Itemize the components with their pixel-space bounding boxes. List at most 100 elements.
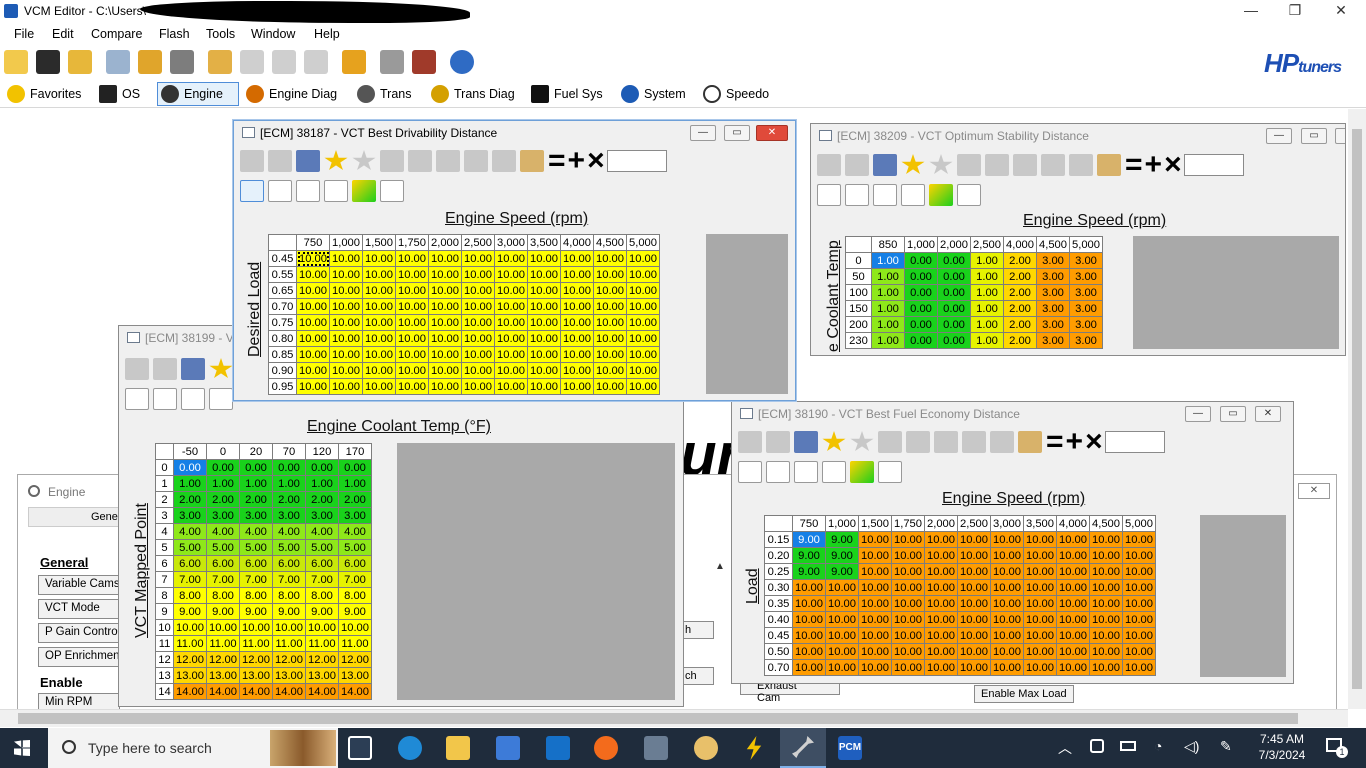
table-cell[interactable]: 2.00	[1003, 300, 1037, 317]
save-icon[interactable]	[153, 358, 177, 380]
table-cell[interactable]: 10.00	[891, 659, 925, 676]
minimize-button[interactable]: —	[1236, 2, 1266, 18]
table-cell[interactable]: 10.00	[362, 378, 396, 395]
table-cell[interactable]: 10.00	[593, 346, 627, 363]
table-cell[interactable]: 9.00	[792, 563, 826, 580]
table-cell[interactable]: 9.00	[825, 531, 859, 548]
table-cell[interactable]: 10.00	[362, 266, 396, 283]
table-cell[interactable]: 10.00	[990, 611, 1024, 628]
table-cell[interactable]: 10.00	[924, 659, 958, 676]
table-cell[interactable]: 12.00	[272, 651, 306, 668]
copy-icon[interactable]	[492, 150, 516, 172]
table-diff-icon[interactable]	[304, 50, 328, 74]
table-cell[interactable]: 10.00	[858, 547, 892, 564]
add-icon[interactable]: +	[1066, 427, 1083, 457]
table-cell[interactable]: 10.00	[891, 547, 925, 564]
save-icon[interactable]	[766, 431, 790, 453]
maximize-button[interactable]: ▭	[1220, 406, 1246, 422]
row-header[interactable]: 0.40	[764, 611, 793, 628]
table-cell[interactable]: 10.00	[1122, 611, 1156, 628]
table-cell[interactable]: 10.00	[1089, 595, 1123, 612]
table-cell[interactable]: 10.00	[272, 619, 306, 636]
table-cell[interactable]: 6.00	[338, 555, 372, 572]
nav-engine[interactable]: Engine	[157, 82, 239, 106]
engine-panel-close-icon[interactable]: ✕	[1298, 483, 1330, 499]
table-cell[interactable]: 4.00	[272, 523, 306, 540]
row-header[interactable]: 0.80	[268, 330, 297, 347]
table-cell[interactable]: 7.00	[239, 571, 273, 588]
table-cell[interactable]: 2.00	[1003, 268, 1037, 285]
column-header[interactable]: 120	[305, 443, 339, 460]
table-icon[interactable]	[878, 431, 902, 453]
table-cell[interactable]: 10.00	[957, 659, 991, 676]
column-header[interactable]: 5,000	[626, 234, 660, 251]
table-cell[interactable]: 10.00	[461, 314, 495, 331]
table-cell[interactable]: 3.00	[305, 507, 339, 524]
table-cell[interactable]: 10.00	[1056, 627, 1090, 644]
table-cell[interactable]: 10.00	[1023, 531, 1057, 548]
op-enrichment-button[interactable]: OP Enrichment	[38, 647, 120, 667]
table-cell[interactable]: 10.00	[560, 378, 594, 395]
table-cell[interactable]: 10.00	[924, 531, 958, 548]
table-cell[interactable]: 7.00	[173, 571, 207, 588]
table-cell[interactable]: 10.00	[957, 531, 991, 548]
table-cell[interactable]: 10.00	[296, 362, 330, 379]
table-cell[interactable]: 10.00	[792, 611, 826, 628]
open-icon[interactable]	[240, 150, 264, 172]
table-cell[interactable]: 10.00	[206, 619, 240, 636]
table-cell[interactable]: 10.00	[296, 282, 330, 299]
table-cell[interactable]: 2.00	[272, 491, 306, 508]
table-cell[interactable]: 10.00	[329, 378, 363, 395]
row-header[interactable]: 0.70	[764, 659, 793, 676]
column-header[interactable]: 1,000	[904, 236, 938, 253]
table-cell[interactable]: 10.00	[1056, 659, 1090, 676]
row-header[interactable]: 200	[845, 316, 872, 333]
table-cell[interactable]: 14.00	[239, 683, 273, 700]
table-cell[interactable]: 10.00	[296, 314, 330, 331]
table-cell[interactable]: 10.00	[560, 314, 594, 331]
table-compare-icon[interactable]	[906, 431, 930, 453]
table-cell[interactable]: 10.00	[296, 330, 330, 347]
table-cell[interactable]: 10.00	[1122, 563, 1156, 580]
table-cell[interactable]: 10.00	[1089, 659, 1123, 676]
menu-help[interactable]: Help	[314, 27, 340, 41]
table-cell[interactable]: 2.00	[1003, 316, 1037, 333]
table-cell[interactable]: 10.00	[626, 362, 660, 379]
table-cell[interactable]: 0.00	[173, 459, 207, 476]
table-cell[interactable]: 1.00	[272, 475, 306, 492]
table-cell[interactable]: 2.00	[338, 491, 372, 508]
table-compare-icon[interactable]	[985, 154, 1009, 176]
table-cell[interactable]: 3.00	[1036, 284, 1070, 301]
table-cell[interactable]: 2.00	[1003, 284, 1037, 301]
table-cell[interactable]: 10.00	[395, 282, 429, 299]
view-rows-icon[interactable]	[153, 388, 177, 410]
table-cell[interactable]: 10.00	[1056, 547, 1090, 564]
variable-camshaft-button[interactable]: Variable Camsha	[38, 575, 120, 595]
table-cell[interactable]: 10.00	[858, 659, 892, 676]
nav-engine-diag[interactable]: Engine Diag	[243, 82, 340, 106]
table-cell[interactable]: 10.00	[593, 378, 627, 395]
table-cell[interactable]: 10.00	[825, 595, 859, 612]
table-cell[interactable]: 6.00	[305, 555, 339, 572]
column-header[interactable]: 4,500	[1089, 515, 1123, 532]
table-cell[interactable]: 14.00	[272, 683, 306, 700]
p-gain-control-button[interactable]: P Gain Control	[38, 623, 120, 643]
table-cell[interactable]: 1.00	[305, 475, 339, 492]
table-cell[interactable]: 0.00	[937, 300, 971, 317]
table-cell[interactable]: 1.00	[871, 284, 905, 301]
table-cell[interactable]: 10.00	[858, 643, 892, 660]
table-cell[interactable]: 14.00	[173, 683, 207, 700]
table-cell[interactable]: 1.00	[871, 332, 905, 349]
table-icon[interactable]	[957, 154, 981, 176]
table-cell[interactable]: 10.00	[792, 659, 826, 676]
table-cell[interactable]: 10.00	[891, 579, 925, 596]
table-cell[interactable]: 10.00	[296, 346, 330, 363]
table-cell[interactable]: 10.00	[1122, 595, 1156, 612]
table-cell[interactable]: 10.00	[626, 282, 660, 299]
table-cell[interactable]: 10.00	[957, 595, 991, 612]
open-icon[interactable]	[817, 154, 841, 176]
table-cell[interactable]: 1.00	[871, 300, 905, 317]
table-cell[interactable]: 8.00	[239, 587, 273, 604]
open-recent-icon[interactable]	[68, 50, 92, 74]
table-cell[interactable]: 1.00	[970, 316, 1004, 333]
